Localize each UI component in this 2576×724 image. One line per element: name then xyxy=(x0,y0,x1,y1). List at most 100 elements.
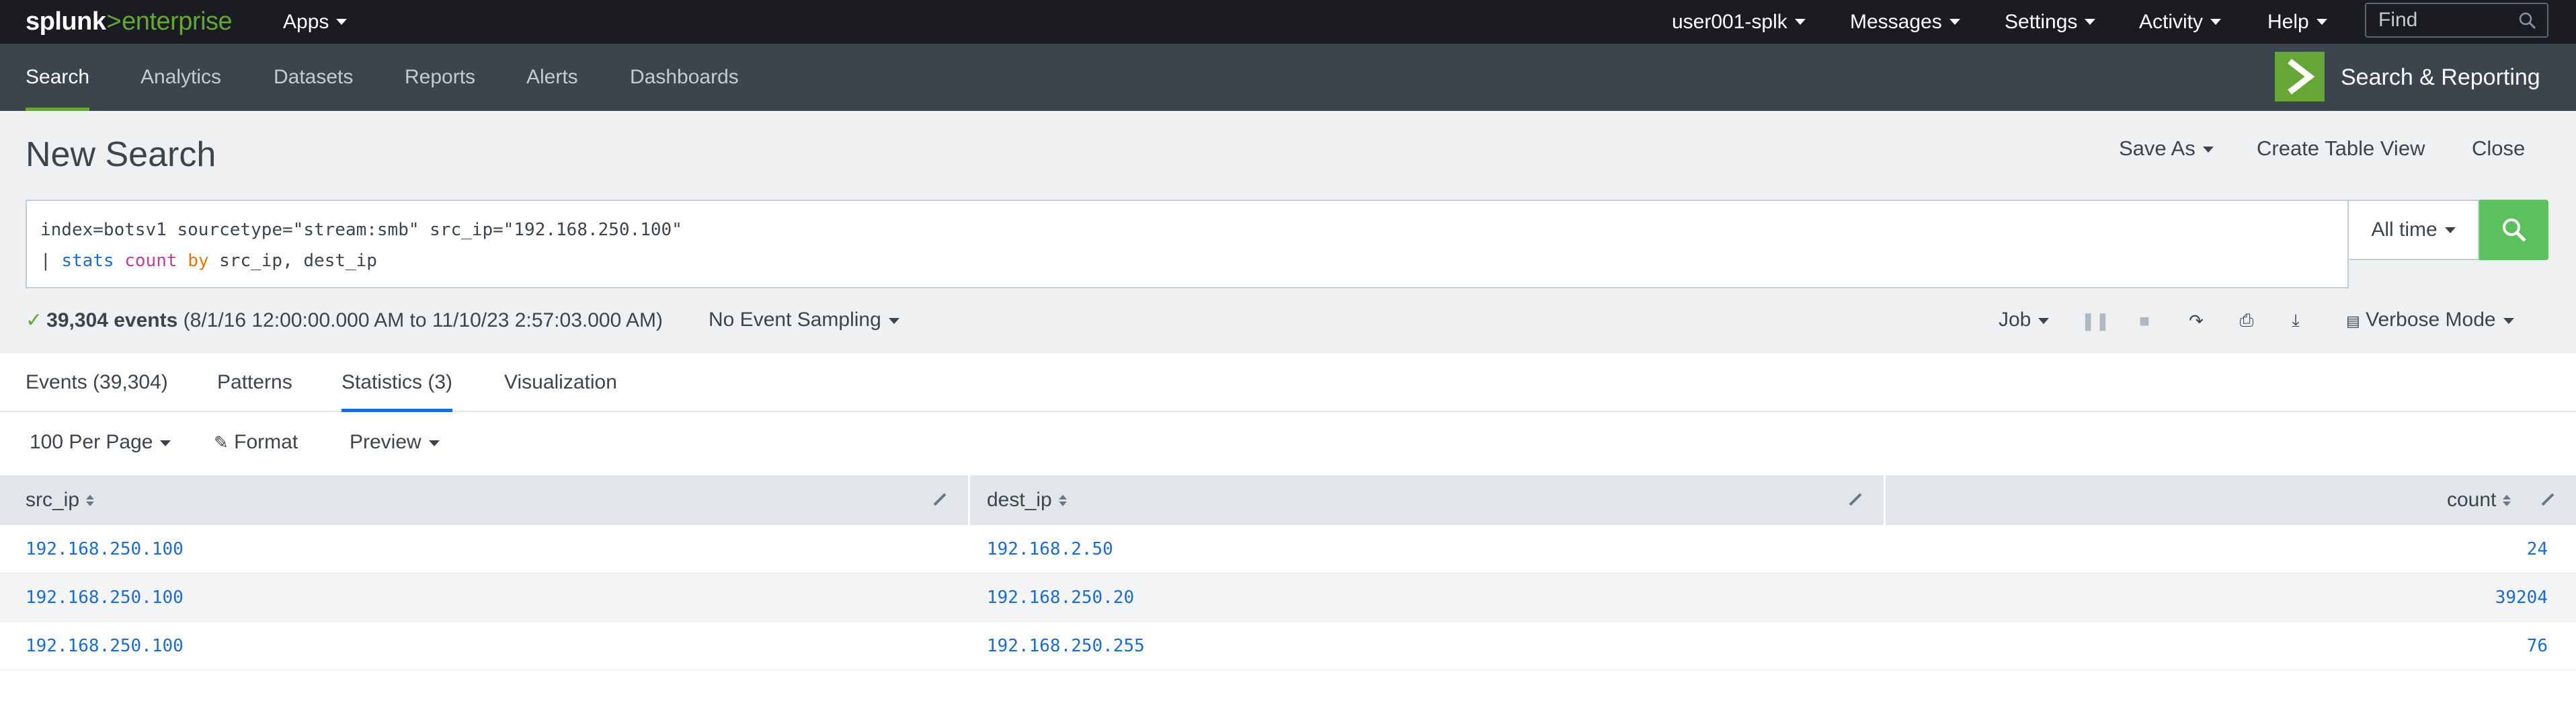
activity-menu-label: Activity xyxy=(2139,10,2204,33)
logo-brand: splunk xyxy=(26,7,106,36)
app-title[interactable]: Search & Reporting xyxy=(2341,44,2540,111)
preview-label: Preview xyxy=(350,431,421,453)
chevron-down-icon xyxy=(2316,19,2327,25)
format-label: Format xyxy=(234,431,298,453)
nav-search[interactable]: Search xyxy=(26,44,90,111)
query-by-keyword: by xyxy=(188,251,209,271)
help-menu[interactable]: Help xyxy=(2267,0,2327,44)
pencil-icon[interactable] xyxy=(2538,490,2557,509)
cell-count[interactable]: 39204 xyxy=(2353,573,2548,622)
nav-alerts[interactable]: Alerts xyxy=(526,44,578,111)
cell-count[interactable]: 24 xyxy=(2353,525,2548,573)
app-logo-icon xyxy=(2275,52,2325,102)
pencil-icon: ✎ xyxy=(214,432,229,452)
settings-menu[interactable]: Settings xyxy=(2005,0,2096,44)
chevron-down-icon xyxy=(888,317,899,324)
mode-icon: ▤ xyxy=(2346,313,2360,329)
close-button[interactable]: Close xyxy=(2472,136,2525,161)
column-header-label: count xyxy=(2447,489,2497,511)
export-icon[interactable]: ⤓ xyxy=(2286,310,2306,331)
tab-statistics-label: Statistics (3) xyxy=(341,371,453,393)
pencil-icon[interactable] xyxy=(930,490,949,509)
help-menu-label: Help xyxy=(2267,10,2309,33)
table-row: 192.168.250.100 192.168.250.255 76 xyxy=(0,622,2576,670)
statistics-table: src_ip dest_ip count 192.168.250.100 192… xyxy=(0,475,2576,670)
nav-datasets[interactable]: Datasets xyxy=(274,44,353,111)
time-range-picker[interactable]: All time xyxy=(2349,200,2479,260)
apps-menu[interactable]: Apps xyxy=(283,0,348,44)
nav-dashboards-label: Dashboards xyxy=(630,66,739,88)
chevron-down-icon xyxy=(1949,19,1960,25)
column-header-src-ip[interactable]: src_ip xyxy=(26,475,95,525)
nav-dashboards[interactable]: Dashboards xyxy=(630,44,739,111)
cell-src-ip[interactable]: 192.168.250.100 xyxy=(26,622,184,670)
search-query-input[interactable]: index=botsv1 sourcetype="stream:smb" src… xyxy=(26,200,2349,288)
user-menu[interactable]: user001-splk xyxy=(1672,0,1806,44)
chevron-down-icon xyxy=(336,19,348,25)
tab-patterns-label: Patterns xyxy=(217,371,292,393)
sort-icon xyxy=(86,494,95,506)
splunk-logo[interactable]: splunk > enterprise xyxy=(26,0,233,44)
query-line-2: | stats count by src_ip, dest_ip xyxy=(40,245,2334,276)
nav-alerts-label: Alerts xyxy=(526,66,578,88)
tab-visualization[interactable]: Visualization xyxy=(504,353,617,412)
tab-events[interactable]: Events (39,304) xyxy=(26,353,168,412)
tab-patterns[interactable]: Patterns xyxy=(217,353,292,412)
create-table-view-button[interactable]: Create Table View xyxy=(2257,136,2425,161)
chevron-down-icon xyxy=(160,440,171,446)
messages-menu-label: Messages xyxy=(1850,10,1942,33)
tab-statistics[interactable]: Statistics (3) xyxy=(341,353,453,412)
query-line-1: index=botsv1 sourcetype="stream:smb" src… xyxy=(40,220,682,240)
chevron-down-icon xyxy=(2085,19,2096,25)
share-icon[interactable]: ↷ xyxy=(2186,311,2206,331)
job-menu-label: Job xyxy=(1999,309,2031,331)
cell-dest-ip[interactable]: 192.168.2.50 xyxy=(987,525,1113,573)
save-as-button[interactable]: Save As xyxy=(2119,136,2214,161)
per-page-dropdown[interactable]: 100 Per Page xyxy=(30,431,171,454)
pause-icon[interactable]: ❚❚ xyxy=(2081,311,2110,331)
cell-dest-ip[interactable]: 192.168.250.255 xyxy=(987,622,1145,670)
column-header-count[interactable]: count xyxy=(2447,475,2511,525)
search-mode-dropdown[interactable]: ▤ Verbose Mode xyxy=(2346,309,2514,331)
time-range-label: All time xyxy=(2371,218,2438,241)
cell-src-ip[interactable]: 192.168.250.100 xyxy=(26,525,184,573)
save-as-label: Save As xyxy=(2119,136,2196,160)
table-row: 192.168.250.100 192.168.2.50 24 xyxy=(0,525,2576,573)
search-mode-label: Verbose Mode xyxy=(2366,309,2496,331)
tab-events-label: Events (39,304) xyxy=(26,371,168,393)
job-menu[interactable]: Job xyxy=(1999,309,2050,331)
tab-visualization-label: Visualization xyxy=(504,371,617,393)
cell-dest-ip[interactable]: 192.168.250.20 xyxy=(987,573,1134,622)
chevron-down-icon xyxy=(428,440,440,446)
pencil-icon[interactable] xyxy=(1846,490,1865,509)
nav-analytics[interactable]: Analytics xyxy=(140,44,221,111)
cell-count[interactable]: 76 xyxy=(2353,622,2548,670)
column-header-label: dest_ip xyxy=(987,489,1052,511)
chevron-down-icon xyxy=(1794,19,1806,25)
search-button[interactable] xyxy=(2479,200,2548,260)
nav-datasets-label: Datasets xyxy=(274,66,354,88)
query-pipe: | xyxy=(40,251,62,271)
event-sampling-dropdown[interactable]: No Event Sampling xyxy=(709,309,899,331)
per-page-label: 100 Per Page xyxy=(30,431,153,453)
user-menu-label: user001-splk xyxy=(1672,10,1787,33)
column-header-label: src_ip xyxy=(26,489,80,511)
messages-menu[interactable]: Messages xyxy=(1850,0,1960,44)
check-icon: ✓ xyxy=(26,309,43,331)
event-count: 39,304 events xyxy=(46,309,178,331)
activity-menu[interactable]: Activity xyxy=(2139,0,2222,44)
cell-src-ip[interactable]: 192.168.250.100 xyxy=(26,573,184,622)
query-command: stats xyxy=(61,251,114,271)
find-input[interactable]: Find xyxy=(2365,3,2548,38)
stop-icon[interactable]: ■ xyxy=(2134,311,2155,331)
nav-reports[interactable]: Reports xyxy=(405,44,475,111)
column-divider xyxy=(968,475,970,525)
print-icon[interactable]: ⎙ xyxy=(2237,310,2257,331)
chevron-down-icon xyxy=(2210,19,2222,25)
format-button[interactable]: ✎ Format xyxy=(214,431,298,454)
column-divider xyxy=(1884,475,1886,525)
column-header-dest-ip[interactable]: dest_ip xyxy=(987,475,1067,525)
table-header: src_ip dest_ip count xyxy=(0,475,2576,525)
preview-dropdown[interactable]: Preview xyxy=(350,431,440,454)
search-status: ✓ 39,304 events (8/1/16 12:00:00.000 AM … xyxy=(26,309,663,332)
